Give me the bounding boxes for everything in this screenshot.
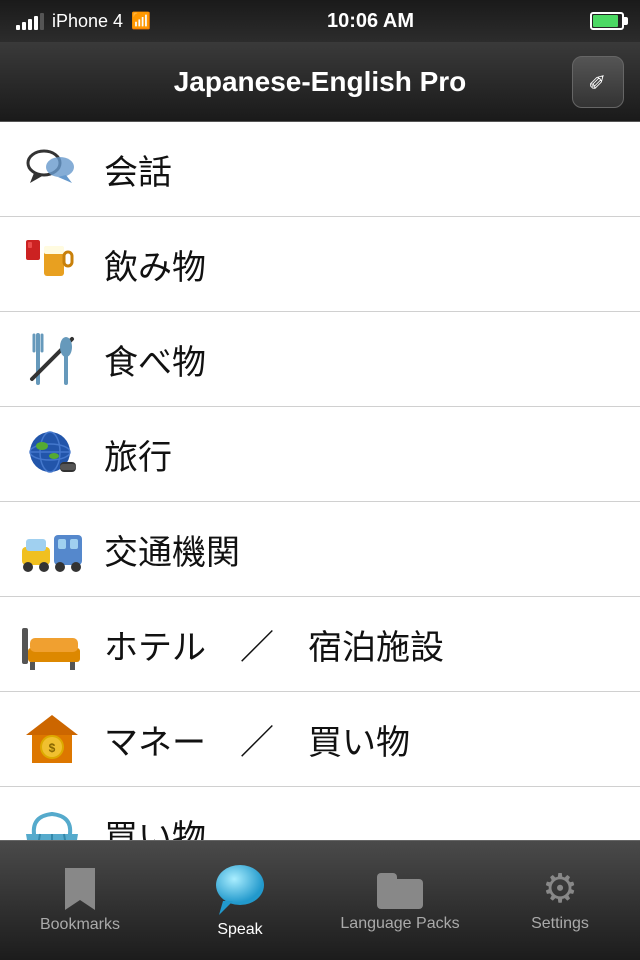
list-item[interactable]: 食べ物 [0, 312, 640, 407]
tab-language-packs-label: Language Packs [340, 915, 459, 933]
list-item[interactable]: 飲み物 [0, 217, 640, 312]
tab-bookmarks-label: Bookmarks [40, 916, 120, 934]
svg-text:$: $ [49, 741, 56, 755]
tab-bar: Bookmarks Speak Language Pac [0, 840, 640, 960]
list-item[interactable]: 交通機関 [0, 502, 640, 597]
list-item[interactable]: $ マネー ／ 買い物 [0, 692, 640, 787]
category-label-3: 食べ物 [104, 335, 206, 384]
status-time: 10:06 AM [327, 10, 414, 33]
gear-icon: ⚙ [542, 869, 578, 909]
category-icon-6 [20, 612, 84, 676]
category-label-2: 飲み物 [104, 240, 206, 289]
category-icon-4 [20, 422, 84, 486]
list-item[interactable]: ホテル ／ 宿泊施設 [0, 597, 640, 692]
category-icon-5 [20, 517, 84, 581]
list-item[interactable]: 旅行 [0, 407, 640, 502]
category-label-4: 旅行 [104, 430, 172, 479]
page-title: Japanese-English Pro [174, 66, 467, 98]
tab-bookmarks[interactable]: Bookmarks [0, 841, 160, 960]
category-icon-3 [20, 327, 84, 391]
signal-icon [16, 12, 44, 30]
edit-button[interactable]: ✏ [572, 56, 624, 108]
category-icon-7: $ [20, 707, 84, 771]
tab-settings[interactable]: ⚙ Settings [480, 841, 640, 960]
list-item[interactable]: 会話 [0, 122, 640, 217]
pencil-icon: ✏ [582, 66, 613, 97]
tab-speak-label: Speak [217, 921, 262, 939]
status-right [590, 12, 624, 30]
category-label-1: 会話 [104, 145, 172, 194]
status-bar: iPhone 4 📶 10:06 AM [0, 0, 640, 42]
category-list: 会話 飲み物 [0, 122, 640, 932]
category-icon-1 [20, 137, 84, 201]
battery-icon [590, 12, 624, 30]
category-label-6: ホテル ／ 宿泊施設 [104, 620, 444, 669]
tab-language-packs[interactable]: Language Packs [320, 841, 480, 960]
folder-icon [377, 869, 423, 909]
status-left: iPhone 4 📶 [16, 11, 151, 32]
bookmark-icon [65, 868, 95, 910]
wifi-icon: 📶 [131, 11, 151, 31]
tab-speak[interactable]: Speak [160, 841, 320, 960]
tab-settings-label: Settings [531, 915, 589, 933]
carrier-label: iPhone 4 [52, 11, 123, 32]
speak-icon [213, 863, 267, 915]
category-label-7: マネー ／ 買い物 [104, 715, 410, 764]
category-icon-2 [20, 232, 84, 296]
category-label-5: 交通機関 [104, 525, 240, 574]
navigation-bar: Japanese-English Pro ✏ [0, 42, 640, 122]
